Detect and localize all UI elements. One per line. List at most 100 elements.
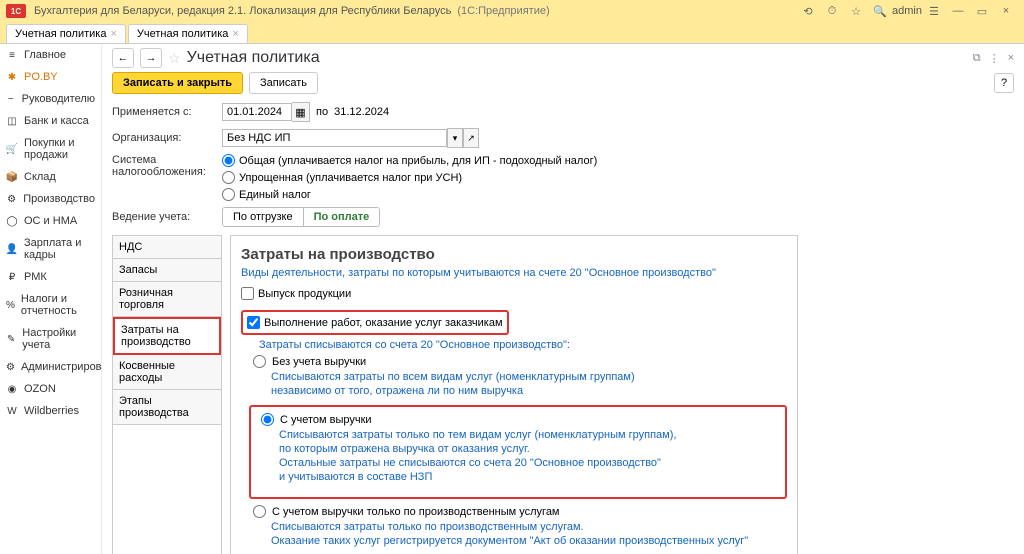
refresh-icon[interactable]: ⟲ <box>800 3 816 19</box>
costs-panel: Затраты на производство Виды деятельност… <box>230 235 798 554</box>
sidebar-icon: ≡ <box>6 49 18 61</box>
sidebar: ≡Главное✱PO.BY~Руководителю◫Банк и касса… <box>0 44 102 554</box>
sidebar-icon: ◫ <box>6 115 18 127</box>
vtab-1[interactable]: Запасы <box>113 259 221 282</box>
sidebar-icon: W <box>6 405 18 417</box>
sidebar-item-8[interactable]: 👤Зарплата и кадры <box>0 232 101 266</box>
user-label: admin <box>892 5 922 17</box>
desc-no-revenue: Списываются затраты по всем видам услуг … <box>271 370 787 399</box>
sidebar-item-4[interactable]: 🛒Покупки и продажи <box>0 132 101 166</box>
acct-toggle: По отгрузке По оплате <box>222 207 380 227</box>
history-icon[interactable]: ⏱ <box>824 3 840 19</box>
tax-opt-general[interactable]: Общая (уплачивается налог на прибыль, дл… <box>222 154 597 167</box>
maximize-icon[interactable]: ▭ <box>974 3 990 19</box>
sidebar-item-9[interactable]: ₽РМК <box>0 266 101 288</box>
page-title: Учетная политика <box>187 49 320 67</box>
tax-opt-single[interactable]: Единый налог <box>222 188 597 201</box>
link-icon[interactable]: ⧉ <box>973 52 981 65</box>
content: ← → ☆ Учетная политика ⧉ ⋮ × Записать и … <box>102 44 1024 554</box>
to-label: по <box>316 106 328 118</box>
tabbar: Учетная политика × Учетная политика × <box>0 22 1024 44</box>
close-panel-icon[interactable]: × <box>1008 52 1014 65</box>
close-icon[interactable]: × <box>998 3 1014 19</box>
vertical-tabs: НДСЗапасыРозничная торговляЗатраты на пр… <box>112 235 222 554</box>
applies-label: Применяется с: <box>112 106 222 118</box>
tab-label: Учетная политика <box>137 28 228 40</box>
sidebar-icon: 👤 <box>6 243 18 255</box>
forward-button[interactable]: → <box>140 48 162 68</box>
org-label: Организация: <box>112 132 222 144</box>
sidebar-item-1[interactable]: ✱PO.BY <box>0 66 101 88</box>
sidebar-item-12[interactable]: ⚙Администрировани <box>0 356 101 378</box>
sub-hint: Затраты списываются со счета 20 "Основно… <box>259 339 787 351</box>
opt-with-revenue-framed: С учетом выручки Списываются затраты тол… <box>249 405 787 499</box>
sidebar-item-6[interactable]: ⚙Производство <box>0 188 101 210</box>
app-title: Бухгалтерия для Беларуси, редакция 2.1. … <box>34 5 451 17</box>
desc-prod-services: Списываются затраты только по производст… <box>271 520 787 549</box>
dropdown-icon[interactable]: ▾ <box>447 128 463 148</box>
org-input[interactable] <box>222 129 447 147</box>
sidebar-item-14[interactable]: WWildberries <box>0 400 101 422</box>
sidebar-item-10[interactable]: %Налоги и отчетность <box>0 288 101 322</box>
sidebar-item-0[interactable]: ≡Главное <box>0 44 101 66</box>
back-button[interactable]: ← <box>112 48 134 68</box>
vtab-5[interactable]: Этапы производства <box>113 390 221 425</box>
cb-services-label: Выполнение работ, оказание услуг заказчи… <box>264 317 503 329</box>
sidebar-icon: ₽ <box>6 271 18 283</box>
cb-output[interactable]: Выпуск продукции <box>241 287 787 300</box>
sidebar-item-5[interactable]: 📦Склад <box>0 166 101 188</box>
date-to: 31.12.2024 <box>334 106 389 118</box>
opt-no-revenue[interactable]: Без учета выручки <box>253 355 787 368</box>
vtab-4[interactable]: Косвенные расходы <box>113 355 221 390</box>
cb-services-framed: Выполнение работ, оказание услуг заказчи… <box>241 310 509 335</box>
sidebar-item-2[interactable]: ~Руководителю <box>0 88 101 110</box>
titlebar: 1C Бухгалтерия для Беларуси, редакция 2.… <box>0 0 1024 22</box>
tab-2[interactable]: Учетная политика × <box>128 24 248 43</box>
sidebar-icon: 🛒 <box>6 143 18 155</box>
minimize-icon[interactable]: — <box>950 3 966 19</box>
sidebar-item-7[interactable]: ◯ОС и НМА <box>0 210 101 232</box>
opt-prod-services[interactable]: С учетом выручки только по производствен… <box>253 505 787 518</box>
favorite-icon[interactable]: ☆ <box>168 50 181 67</box>
toggle-shipment[interactable]: По отгрузке <box>223 208 304 226</box>
desc-with-revenue: Списываются затраты только по тем видам … <box>279 428 779 485</box>
vtab-3[interactable]: Затраты на производство <box>113 317 221 355</box>
cb-services[interactable] <box>247 316 260 329</box>
app-subtitle: (1С:Предприятие) <box>457 5 549 17</box>
date-picker-icon[interactable]: ▦ <box>292 102 310 122</box>
search-icon[interactable]: 🔍 <box>872 3 888 19</box>
open-icon[interactable]: ↗ <box>463 128 479 148</box>
tax-label: Система налогообложения: <box>112 154 222 178</box>
sidebar-icon: ✱ <box>6 71 18 83</box>
close-icon[interactable]: × <box>110 28 116 40</box>
sidebar-item-13[interactable]: ◉OZON <box>0 378 101 400</box>
panel-title: Затраты на производство <box>241 246 787 263</box>
tax-opt-simplified[interactable]: Упрощенная (уплачивается налог при УСН) <box>222 171 597 184</box>
sidebar-icon: ✎ <box>6 333 16 345</box>
save-close-button[interactable]: Записать и закрыть <box>112 72 243 94</box>
date-from-input[interactable] <box>222 103 292 121</box>
star-icon[interactable]: ☆ <box>848 3 864 19</box>
vtab-0[interactable]: НДС <box>113 236 221 259</box>
sidebar-icon: ⚙ <box>6 361 15 373</box>
sidebar-icon: % <box>6 299 15 311</box>
toggle-payment[interactable]: По оплате <box>304 208 380 226</box>
tab-1[interactable]: Учетная политика × <box>6 24 126 43</box>
sidebar-icon: ◯ <box>6 215 18 227</box>
sidebar-icon: ⚙ <box>6 193 17 205</box>
sidebar-item-11[interactable]: ✎Настройки учета <box>0 322 101 356</box>
sidebar-item-3[interactable]: ◫Банк и касса <box>0 110 101 132</box>
tab-label: Учетная политика <box>15 28 106 40</box>
help-button[interactable]: ? <box>994 73 1014 93</box>
vtab-2[interactable]: Розничная торговля <box>113 282 221 317</box>
sidebar-icon: 📦 <box>6 171 18 183</box>
panel-hint: Виды деятельности, затраты по которым уч… <box>241 267 787 279</box>
app-logo: 1C <box>6 4 26 18</box>
menu-icon[interactable]: ☰ <box>926 3 942 19</box>
save-button[interactable]: Записать <box>249 72 318 94</box>
sidebar-icon: ~ <box>6 93 16 105</box>
close-icon[interactable]: × <box>232 28 238 40</box>
opt-with-revenue[interactable]: С учетом выручки <box>261 413 779 426</box>
more-icon[interactable]: ⋮ <box>989 52 1000 65</box>
acct-label: Ведение учета: <box>112 211 222 223</box>
